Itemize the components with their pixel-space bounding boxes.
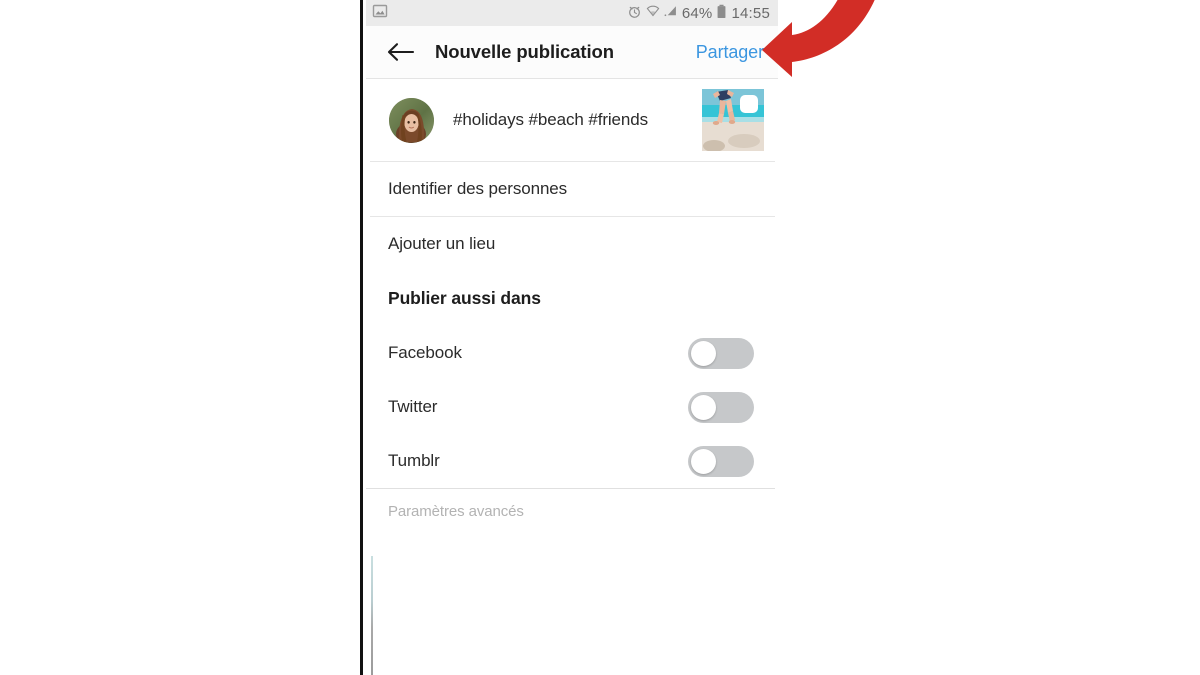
toggle-row-tumblr[interactable]: Tumblr	[366, 434, 778, 488]
status-bar-left	[372, 3, 388, 24]
toggle-knob	[691, 394, 716, 420]
wifi-icon	[646, 4, 660, 22]
toggle-knob	[691, 448, 716, 474]
page-title: Nouvelle publication	[435, 41, 614, 62]
battery-percent-label: 64%	[681, 4, 713, 22]
share-section-header: Publier aussi dans	[388, 288, 541, 308]
toggle-label-tumblr: Tumblr	[388, 451, 440, 470]
screenshot-image-icon	[372, 3, 388, 24]
post-thumbnail-beach[interactable]	[702, 89, 764, 151]
clock-label: 14:55	[731, 4, 770, 22]
alarm-clock-icon	[627, 4, 642, 23]
arrow-left-icon[interactable]	[384, 35, 418, 69]
toggle-switch-tumblr[interactable]	[688, 445, 754, 477]
multi-photo-icon	[740, 95, 758, 113]
app-bar: Nouvelle publication Partager	[366, 26, 778, 79]
toggle-label-twitter: Twitter	[388, 397, 438, 416]
toggle-knob	[691, 340, 716, 366]
caption-row[interactable]: #holidays #beach #friends	[366, 79, 778, 161]
scroll-indicator[interactable]	[371, 556, 373, 675]
toggle-switch-facebook[interactable]	[688, 337, 754, 369]
toggle-row-twitter[interactable]: Twitter	[366, 380, 778, 434]
add-location-row[interactable]: Ajouter un lieu	[366, 217, 778, 271]
status-bar-right: 64% 14:55	[627, 4, 770, 23]
caption-text[interactable]: #holidays #beach #friends	[453, 110, 702, 130]
toggle-switch-twitter[interactable]	[688, 391, 754, 423]
share-button[interactable]: Partager	[690, 42, 764, 63]
toggle-label-facebook: Facebook	[388, 343, 462, 362]
phone-frame: 64% 14:55 Nouvelle publication Partager …	[360, 0, 778, 675]
battery-icon	[716, 4, 727, 23]
toggle-row-facebook[interactable]: Facebook	[366, 326, 778, 380]
status-bar: 64% 14:55	[366, 0, 778, 26]
advanced-settings-row[interactable]: Paramètres avancés	[366, 489, 778, 533]
cellular-signal-icon	[664, 4, 678, 22]
phone-screen: 64% 14:55 Nouvelle publication Partager …	[366, 0, 778, 675]
tag-people-row[interactable]: Identifier des personnes	[366, 162, 778, 216]
avatar	[389, 97, 434, 143]
